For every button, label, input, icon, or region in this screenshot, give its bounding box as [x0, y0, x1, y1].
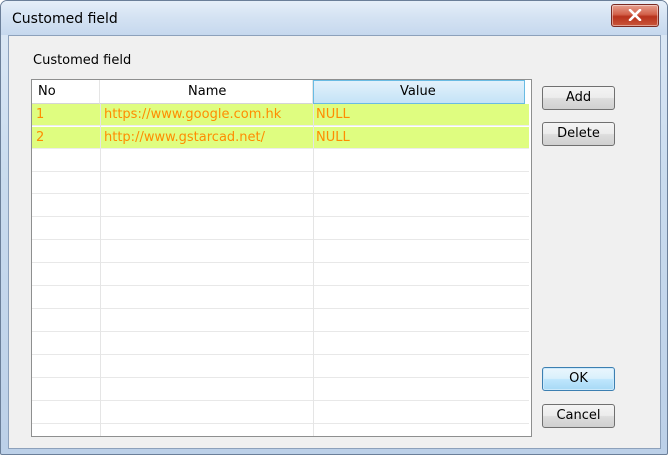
cell-name: https://www.google.com.hk	[104, 107, 282, 122]
close-button[interactable]	[611, 4, 659, 27]
cell-no: 1	[36, 107, 45, 122]
column-header-value[interactable]: Value	[313, 80, 525, 104]
empty-row	[32, 333, 529, 355]
empty-row	[32, 287, 529, 309]
empty-row	[32, 402, 529, 424]
empty-row	[32, 356, 529, 378]
ok-button[interactable]: OK	[542, 367, 615, 391]
column-header-label: Name	[188, 84, 227, 99]
empty-row	[32, 310, 529, 332]
column-header-label: No	[38, 84, 56, 99]
table-row[interactable]: 1 https://www.google.com.hk NULL	[32, 104, 529, 126]
dialog-client-area: Customed field No Name Value 1 https://w…	[8, 35, 661, 449]
column-divider	[313, 104, 314, 436]
column-header-name[interactable]: Name	[100, 80, 313, 104]
column-header-no[interactable]: No	[32, 80, 100, 104]
table-row[interactable]: 2 http://www.gstarcad.net/ NULL	[32, 127, 529, 149]
title-bar[interactable]: Customed field	[1, 1, 667, 35]
cell-value: NULL	[316, 107, 350, 122]
dialog-window: Customed field Customed field No Name Va…	[0, 0, 668, 455]
group-label: Customed field	[33, 53, 132, 68]
empty-row	[32, 379, 529, 401]
add-button[interactable]: Add	[542, 86, 615, 110]
column-divider	[100, 104, 101, 436]
column-header-label: Value	[400, 84, 436, 99]
empty-row	[32, 150, 529, 172]
empty-row	[32, 218, 529, 240]
cell-name: http://www.gstarcad.net/	[104, 130, 266, 145]
empty-row	[32, 241, 529, 263]
empty-row	[32, 264, 529, 286]
empty-row	[32, 172, 529, 194]
cancel-button[interactable]: Cancel	[542, 404, 615, 428]
cell-value: NULL	[316, 130, 350, 145]
cell-no: 2	[36, 130, 45, 145]
window-title: Customed field	[12, 11, 118, 27]
delete-button[interactable]: Delete	[542, 122, 615, 146]
close-x-icon	[628, 9, 642, 21]
empty-row	[32, 195, 529, 217]
custom-field-table[interactable]: No Name Value 1 https://www.google.com.h…	[31, 79, 532, 437]
